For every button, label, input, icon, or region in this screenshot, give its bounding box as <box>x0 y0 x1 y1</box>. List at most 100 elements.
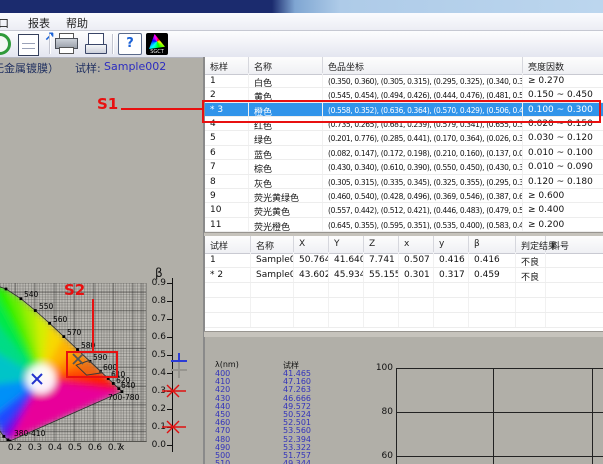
samples-header[interactable]: 名称 <box>251 236 294 252</box>
diagram-x-axis-label: x <box>119 443 131 453</box>
samples-cell <box>434 298 469 312</box>
standards-row[interactable]: 5绿色(0.201, 0.776), (0.285, 0.441), (0.17… <box>205 131 603 145</box>
standards-cell: ≥ 0.200 <box>523 218 603 231</box>
standards-row[interactable]: 11荧光橙色(0.645, 0.355), (0.595, 0.351), (0… <box>205 218 603 232</box>
samples-header-label: Y <box>334 239 340 249</box>
samples-cell <box>399 283 434 297</box>
standards-cell: 9 <box>205 189 249 202</box>
samples-header[interactable]: X <box>294 236 329 252</box>
standards-row[interactable]: 7棕色(0.430, 0.340), (0.610, 0.390), (0.55… <box>205 160 603 174</box>
sample-label: 试样: <box>75 60 101 76</box>
standards-row[interactable]: 6蓝色(0.082, 0.147), (0.172, 0.198), (0.21… <box>205 146 603 160</box>
help-button[interactable]: ? <box>118 33 142 55</box>
print-preview-button[interactable] <box>85 33 107 54</box>
measure-ring-icon[interactable] <box>0 33 11 55</box>
standards-header[interactable]: 名称 <box>249 57 323 73</box>
samples-cell-value: 7.741 <box>369 255 395 265</box>
standards-cell: 0.010 ~ 0.090 <box>523 160 603 173</box>
toolbar: ↗ ? SGCT <box>0 31 603 58</box>
standards-cell-value: 荧光橙色 <box>254 220 290 231</box>
samples-cell <box>516 313 546 327</box>
standards-row[interactable]: 9荧光黄绿色(0.460, 0.540), (0.428, 0.496), (0… <box>205 189 603 203</box>
standards-cell-value: 9 <box>210 191 216 201</box>
standards-header[interactable]: 色品坐标 <box>323 57 523 73</box>
samples-cell: 45.934 <box>329 268 364 282</box>
toolbar-separator <box>49 34 51 54</box>
standards-cell-value: 0.010 ~ 0.100 <box>528 148 593 158</box>
standards-header-row: 标样名称色品坐标亮度因数 <box>205 57 603 75</box>
standards-cell-value: 棕色 <box>254 162 272 173</box>
standards-cell: 0.010 ~ 0.100 <box>523 146 603 159</box>
samples-header-label: 名称 <box>256 239 274 252</box>
samples-header[interactable]: y <box>434 236 469 252</box>
wavelength-label: 560 <box>53 315 67 324</box>
samples-header[interactable]: Y <box>329 236 364 252</box>
standards-cell-value: 0.120 ~ 0.180 <box>528 177 593 187</box>
samples-cell-value: 0.416 <box>439 255 465 265</box>
beta-limit-low-marker <box>162 421 186 433</box>
samples-row[interactable] <box>205 283 603 298</box>
standards-row[interactable]: 1白色(0.350, 0.360), (0.305, 0.315), (0.29… <box>205 74 603 88</box>
samples-header[interactable]: x <box>399 236 434 252</box>
samples-cell <box>329 298 364 312</box>
menu-item-report[interactable]: 报表 <box>28 15 50 31</box>
samples-row[interactable]: * 2Sample00243.60245.93455.1550.3010.317… <box>205 268 603 283</box>
samples-cell <box>546 298 603 312</box>
standards-cell: ≥ 0.270 <box>523 74 603 87</box>
samples-header[interactable]: β <box>469 236 516 252</box>
samples-header[interactable]: 试样 <box>205 236 251 252</box>
samples-cell <box>205 283 251 297</box>
samples-cell: 55.155 <box>364 268 399 282</box>
samples-cell-value: 0.507 <box>404 255 430 265</box>
menu-item-help[interactable]: 帮助 <box>66 15 88 31</box>
samples-cell: Sample001 <box>251 253 294 267</box>
samples-header[interactable]: 判定结果 <box>516 236 546 252</box>
menu-bar: 窗口 报表 帮助 <box>0 13 603 31</box>
samples-cell <box>546 283 603 297</box>
chart-ytick-100: 100 <box>363 363 393 373</box>
diagram-x-tick: 0.6 <box>85 443 105 453</box>
chart-ytick-80: 80 <box>363 407 393 417</box>
menu-item-window[interactable]: 窗口 <box>0 15 9 31</box>
samples-row[interactable] <box>205 313 603 328</box>
standards-cell: 绿色 <box>249 131 323 144</box>
app-window: 窗口 报表 帮助 ↗ ? SGCT 无金属镀膜） 试样: Sample002 S… <box>0 0 603 464</box>
samples-header[interactable]: Z <box>364 236 399 252</box>
samples-cell <box>434 313 469 327</box>
samples-cell-value: 55.155 <box>369 270 399 280</box>
standards-cell: 7 <box>205 160 249 173</box>
samples-cell-value: 0.416 <box>474 255 500 265</box>
samples-cell-value: Sample002 <box>256 270 294 280</box>
wavelength-label: 380-410 <box>14 429 45 438</box>
samples-cell <box>294 298 329 312</box>
annotation-s1-line <box>121 108 202 110</box>
samples-row[interactable] <box>205 298 603 313</box>
standards-header[interactable]: 标样 <box>205 57 249 73</box>
samples-cell: 0.317 <box>434 268 469 282</box>
samples-cell <box>469 313 516 327</box>
samples-header[interactable]: 料号 <box>546 236 603 252</box>
samples-cell: 7.741 <box>364 253 399 267</box>
samples-cell-value: 不良 <box>521 270 539 282</box>
samples-header-label: Z <box>369 239 375 249</box>
standards-row[interactable]: 10荧光黄色(0.557, 0.442), (0.512, 0.421), (0… <box>205 203 603 217</box>
standards-cell: ≥ 0.400 <box>523 203 603 216</box>
annotation-s2-label: S2 <box>64 281 85 299</box>
samples-cell: 50.764 <box>294 253 329 267</box>
sgct-logo-button[interactable]: SGCT <box>146 33 168 55</box>
standards-cell: 荧光黄绿色 <box>249 189 323 202</box>
print-button[interactable] <box>55 33 78 54</box>
standards-table: 标样名称色品坐标亮度因数1白色(0.350, 0.360), (0.305, 0… <box>204 57 603 232</box>
samples-cell <box>546 313 603 327</box>
samples-cell: 0.301 <box>399 268 434 282</box>
samples-cell <box>294 313 329 327</box>
diagram-x-tick: 0.3 <box>25 443 45 453</box>
standards-row[interactable]: 8灰色(0.305, 0.315), (0.335, 0.345), (0.32… <box>205 175 603 189</box>
standards-cell-value: 7 <box>210 162 216 172</box>
standards-header[interactable]: 亮度因数 <box>523 57 603 73</box>
report-export-button[interactable]: ↗ <box>18 33 52 55</box>
standards-cell-value: (0.557, 0.442), (0.512, 0.421), (0.446, … <box>328 206 523 215</box>
standards-cell-value: 0.150 ~ 0.450 <box>528 90 593 100</box>
samples-row[interactable]: 1Sample00150.76441.6407.7410.5070.4160.4… <box>205 253 603 268</box>
samples-cell: 1 <box>205 253 251 267</box>
